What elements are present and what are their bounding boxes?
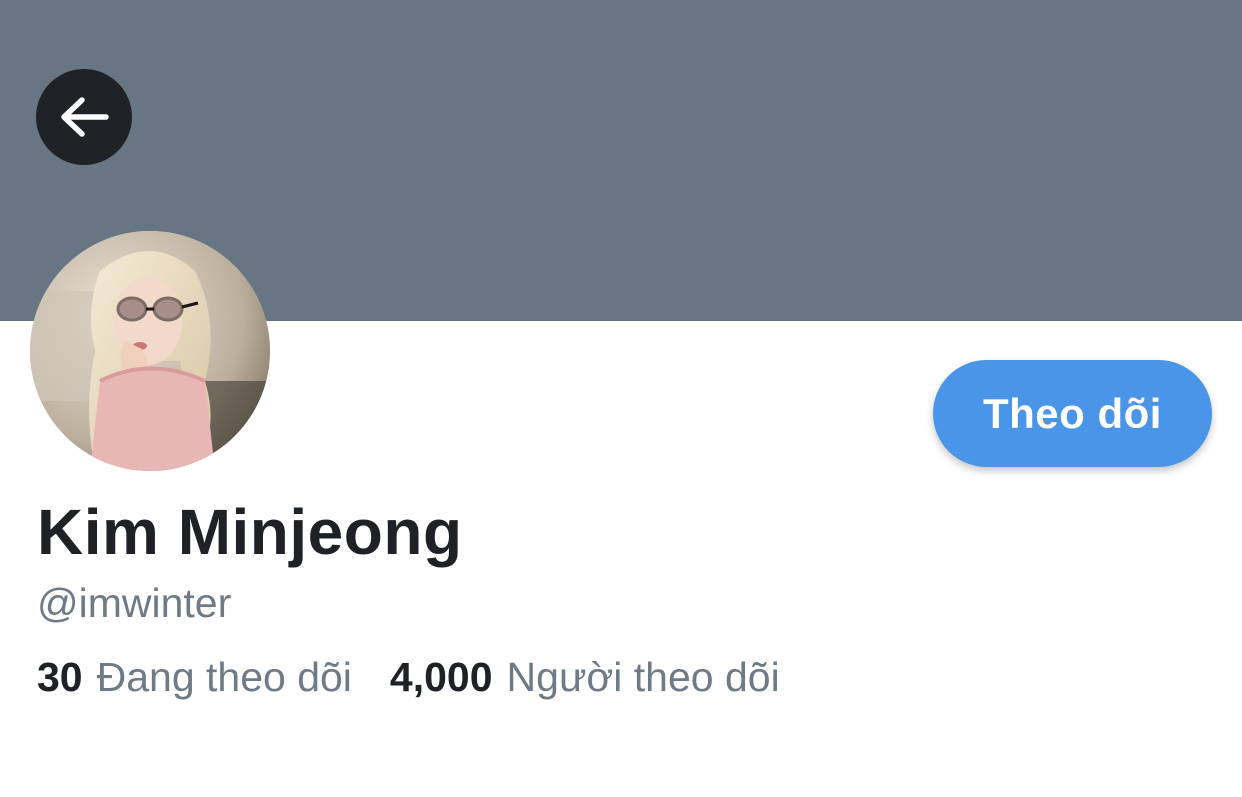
followers-stat[interactable]: 4,000 Người theo dõi xyxy=(390,657,780,698)
following-count: 30 xyxy=(37,654,83,700)
followers-label: Người theo dõi xyxy=(506,654,780,700)
followers-count: 4,000 xyxy=(389,654,493,700)
arrow-left-icon xyxy=(61,97,109,137)
following-stat[interactable]: 30 Đang theo dõi xyxy=(37,657,352,698)
avatar[interactable] xyxy=(30,231,270,471)
display-name: Kim Minjeong xyxy=(37,496,463,568)
following-label: Đang theo dõi xyxy=(96,654,352,700)
profile-page: Theo dõi Kim Minjeong @imwinter 30 Đang … xyxy=(0,0,1242,797)
profile-stats: 30 Đang theo dõi 4,000 Người theo dõi xyxy=(37,657,780,698)
back-button[interactable] xyxy=(36,69,132,165)
avatar-photo xyxy=(30,231,270,471)
follow-button[interactable]: Theo dõi xyxy=(933,360,1212,467)
user-handle: @imwinter xyxy=(37,580,232,626)
